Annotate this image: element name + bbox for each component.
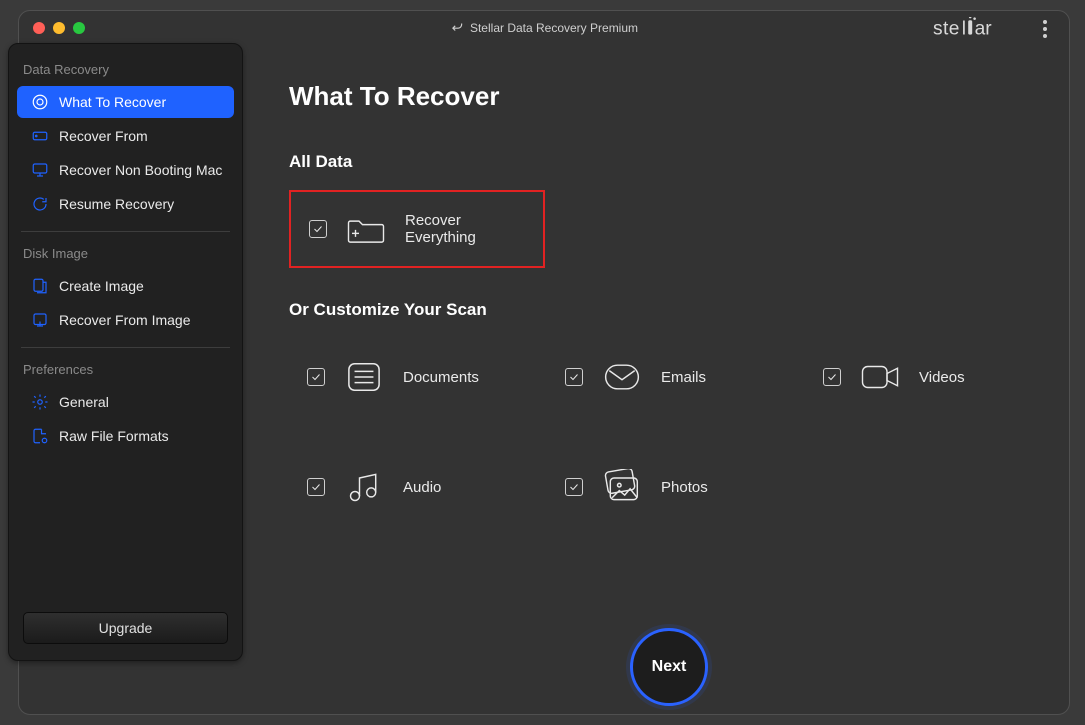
sidebar-item-label: General	[59, 394, 109, 410]
menu-button[interactable]	[1035, 19, 1055, 39]
sidebar-item-label: Raw File Formats	[59, 428, 169, 444]
close-button[interactable]	[33, 22, 45, 34]
sidebar-item-create-image[interactable]: Create Image	[17, 270, 234, 302]
all-data-heading: All Data	[289, 152, 1049, 172]
recover-everything-checkbox[interactable]	[309, 220, 327, 238]
upgrade-button[interactable]: Upgrade	[23, 612, 228, 644]
sidebar-item-label: What To Recover	[59, 94, 166, 110]
upgrade-button-label: Upgrade	[99, 620, 153, 636]
photos-label: Photos	[661, 479, 708, 496]
zoom-button[interactable]	[73, 22, 85, 34]
sidebar-divider	[21, 231, 230, 232]
sidebar-item-recover-non-booting[interactable]: Recover Non Booting Mac	[17, 154, 234, 186]
content-area: What To Recover All Data Recover Everyth…	[289, 81, 1049, 694]
sidebar-section-data-recovery: Data Recovery	[9, 58, 242, 85]
file-settings-icon	[31, 427, 49, 445]
monitor-icon	[31, 161, 49, 179]
window-title: Stellar Data Recovery Premium	[450, 20, 638, 37]
sidebar-item-recover-from-image[interactable]: Recover From Image	[17, 304, 234, 336]
sidebar-item-general[interactable]: General	[17, 386, 234, 418]
customize-heading: Or Customize Your Scan	[289, 300, 1049, 320]
folder-plus-icon	[345, 211, 387, 247]
sidebar-item-raw-file-formats[interactable]: Raw File Formats	[17, 420, 234, 452]
sidebar-section-preferences: Preferences	[9, 358, 242, 385]
recover-everything-label: Recover Everything	[405, 212, 525, 246]
photos-option[interactable]: Photos	[547, 448, 803, 526]
emails-checkbox[interactable]	[565, 368, 583, 386]
emails-option[interactable]: Emails	[547, 338, 803, 416]
sidebar-item-resume-recovery[interactable]: Resume Recovery	[17, 188, 234, 220]
drive-icon	[31, 127, 49, 145]
videos-label: Videos	[919, 369, 965, 386]
recover-image-icon	[31, 311, 49, 329]
audio-icon	[343, 469, 385, 505]
documents-label: Documents	[403, 369, 479, 386]
sidebar-item-label: Resume Recovery	[59, 196, 174, 212]
window-title-text: Stellar Data Recovery Premium	[470, 21, 638, 35]
sidebar-item-what-to-recover[interactable]: What To Recover	[17, 86, 234, 118]
sidebar-item-label: Recover From	[59, 128, 148, 144]
svg-text:ste: ste	[933, 19, 960, 40]
videos-checkbox[interactable]	[823, 368, 841, 386]
photos-checkbox[interactable]	[565, 478, 583, 496]
svg-text:l: l	[962, 19, 966, 40]
minimize-button[interactable]	[53, 22, 65, 34]
videos-icon	[859, 359, 901, 395]
sidebar-section-disk-image: Disk Image	[9, 242, 242, 269]
page-title: What To Recover	[289, 81, 1049, 112]
videos-option[interactable]: Videos	[805, 338, 1061, 416]
sidebar-item-label: Recover From Image	[59, 312, 190, 328]
next-button[interactable]: Next	[630, 628, 708, 706]
documents-checkbox[interactable]	[307, 368, 325, 386]
audio-option[interactable]: Audio	[289, 448, 545, 526]
documents-icon	[343, 359, 385, 395]
documents-option[interactable]: Documents	[289, 338, 545, 416]
sidebar-item-recover-from[interactable]: Recover From	[17, 120, 234, 152]
back-icon[interactable]	[450, 20, 464, 37]
disk-image-icon	[31, 277, 49, 295]
emails-label: Emails	[661, 369, 706, 386]
emails-icon	[601, 359, 643, 395]
sidebar-item-label: Recover Non Booting Mac	[59, 162, 222, 178]
svg-text:ar: ar	[975, 19, 993, 40]
photos-icon	[601, 469, 643, 505]
sidebar: Data Recovery What To Recover Recover Fr…	[8, 43, 243, 661]
gear-icon	[31, 393, 49, 411]
audio-label: Audio	[403, 479, 441, 496]
next-button-label: Next	[652, 658, 687, 676]
window-controls	[33, 22, 85, 34]
sidebar-divider	[21, 347, 230, 348]
audio-checkbox[interactable]	[307, 478, 325, 496]
recover-everything-option[interactable]: Recover Everything	[289, 190, 545, 268]
brand-logo: stelar	[933, 17, 1021, 45]
titlebar: Stellar Data Recovery Premium stelar	[19, 11, 1069, 45]
refresh-icon	[31, 195, 49, 213]
sidebar-item-label: Create Image	[59, 278, 144, 294]
target-icon	[31, 93, 49, 111]
